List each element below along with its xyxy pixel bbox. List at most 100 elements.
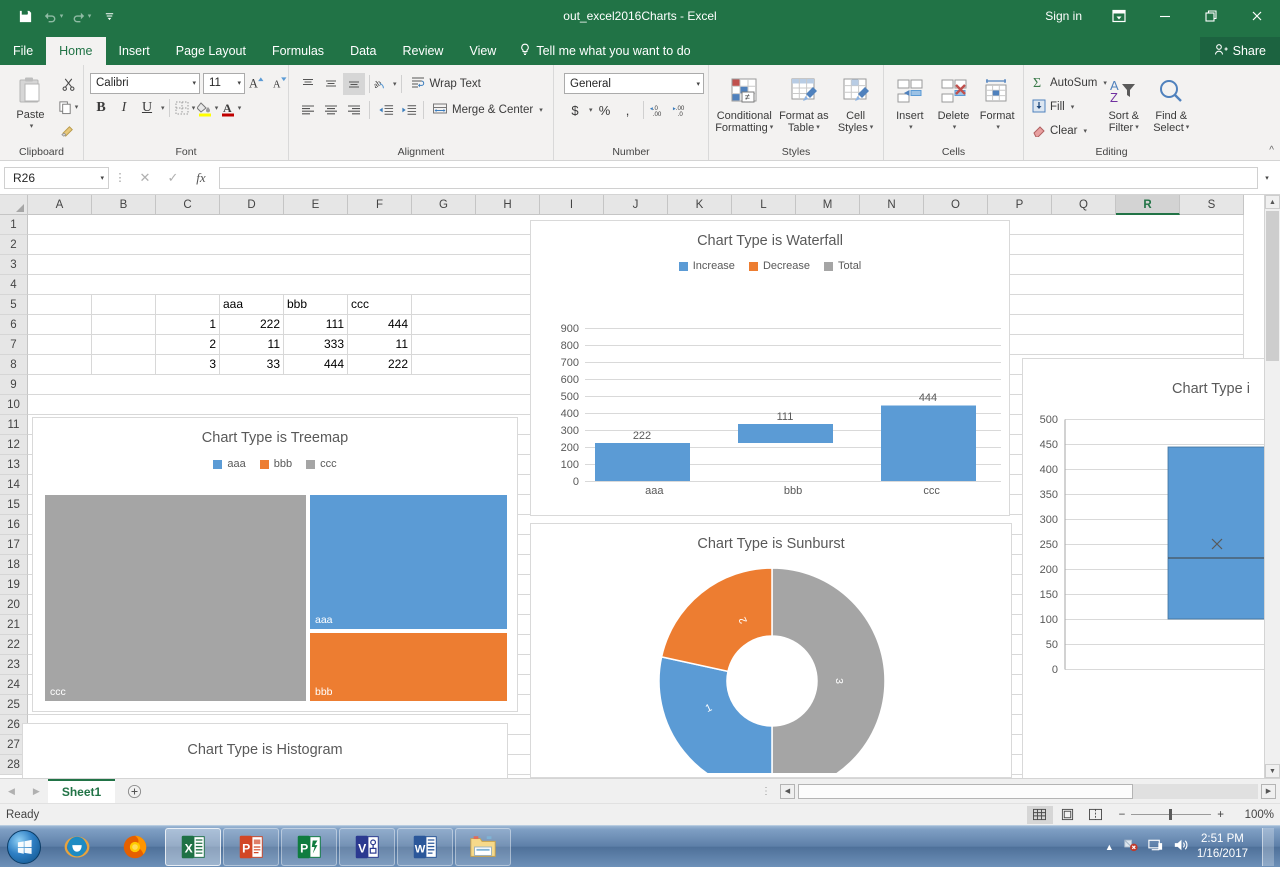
decrease-decimal-button[interactable]: .00.0 xyxy=(671,99,693,121)
column-header-K[interactable]: K xyxy=(668,195,732,215)
visio-icon[interactable]: V xyxy=(339,828,395,866)
accounting-chevron-down-icon[interactable]: ▾ xyxy=(589,106,593,114)
column-header-N[interactable]: N xyxy=(860,195,924,215)
increase-font-size-button[interactable]: A xyxy=(246,72,268,94)
font-size-input[interactable]: 11 ▾ xyxy=(203,73,245,94)
close-icon[interactable] xyxy=(1234,0,1280,32)
row-header-17[interactable]: 17 xyxy=(0,535,28,555)
format-painter-button[interactable] xyxy=(57,119,79,141)
accounting-format-button[interactable]: $ xyxy=(564,99,586,121)
chart-histogram[interactable]: Chart Type is Histogram xyxy=(22,723,508,778)
word-icon[interactable]: W xyxy=(397,828,453,866)
row-header-11[interactable]: 11 xyxy=(0,415,28,435)
comma-style-button[interactable]: , xyxy=(617,99,639,121)
volume-icon[interactable] xyxy=(1172,837,1189,856)
cell-E7[interactable]: 333 xyxy=(284,335,348,355)
merge-center-chevron-down-icon[interactable]: ▾ xyxy=(539,106,543,114)
row-header-13[interactable]: 13 xyxy=(0,455,28,475)
check-icon[interactable]: ✓ xyxy=(159,167,187,189)
spreadsheet-grid[interactable]: A B C D E F G H I J K L M N O P Q R S 1 … xyxy=(0,195,1280,778)
treemap-tile-bbb[interactable]: bbb xyxy=(309,632,508,702)
fx-icon[interactable]: fx xyxy=(187,167,215,189)
italic-button[interactable]: I xyxy=(113,97,135,119)
decrease-indent-button[interactable] xyxy=(374,99,396,121)
save-icon[interactable] xyxy=(12,4,38,28)
vertical-scroll-thumb[interactable] xyxy=(1266,211,1279,361)
ribbon-tab-formulas[interactable]: Formulas xyxy=(259,37,337,65)
borders-chevron-down-icon[interactable]: ▾ xyxy=(192,104,196,112)
excel-icon[interactable]: X xyxy=(165,828,221,866)
sheet-nav-previous-icon[interactable]: ◀ xyxy=(8,786,15,797)
zoom-thumb[interactable] xyxy=(1169,809,1172,820)
row-header-19[interactable]: 19 xyxy=(0,575,28,595)
cell-E6[interactable]: 111 xyxy=(284,315,348,335)
fill-chevron-down-icon[interactable]: ▾ xyxy=(1071,103,1075,111)
cell-D6[interactable]: 222 xyxy=(220,315,284,335)
row-header-21[interactable]: 21 xyxy=(0,615,28,635)
undo-icon[interactable]: ▾ xyxy=(40,4,66,28)
row-header-2[interactable]: 2 xyxy=(0,235,28,255)
bold-button[interactable]: B xyxy=(90,97,112,119)
select-all-button[interactable] xyxy=(0,195,28,215)
autosum-button[interactable]: Σ AutoSum ▾ xyxy=(1028,72,1100,94)
hscroll-right-icon[interactable]: ▶ xyxy=(1261,784,1276,799)
column-header-M[interactable]: M xyxy=(796,195,860,215)
horizontal-scroll-thumb[interactable] xyxy=(798,784,1133,799)
add-sheet-button[interactable] xyxy=(115,779,154,803)
row-header-20[interactable]: 20 xyxy=(0,595,28,615)
legend-item-bbb[interactable]: bbb xyxy=(260,458,292,470)
column-header-I[interactable]: I xyxy=(540,195,604,215)
zoom-slider[interactable]: − + xyxy=(1111,809,1232,821)
cell-C8[interactable]: 3 xyxy=(156,355,220,375)
sort-filter-chevron-down-icon[interactable]: ▾ xyxy=(1135,122,1139,134)
row-header-22[interactable]: 22 xyxy=(0,635,28,655)
row-header-5[interactable]: 5 xyxy=(0,295,28,315)
insert-cells-button[interactable]: Insert ▾ xyxy=(888,72,932,134)
scrollbar-grip[interactable]: ⋮ xyxy=(755,786,777,797)
clear-button[interactable]: Clear ▾ xyxy=(1028,120,1100,142)
treemap-tile-ccc[interactable]: ccc xyxy=(44,494,307,702)
file-explorer-icon[interactable] xyxy=(455,828,511,866)
legend-item-total[interactable]: Total xyxy=(824,260,861,272)
sheet-nav-next-icon[interactable]: ▶ xyxy=(33,786,40,797)
row-header-15[interactable]: 15 xyxy=(0,495,28,515)
normal-view-icon[interactable] xyxy=(1027,806,1053,824)
row-header-14[interactable]: 14 xyxy=(0,475,28,495)
internet-explorer-icon[interactable]: e xyxy=(49,828,105,866)
zoom-in-icon[interactable]: + xyxy=(1217,809,1224,821)
cell-C7[interactable]: 2 xyxy=(156,335,220,355)
ribbon-display-options-icon[interactable] xyxy=(1096,0,1142,32)
increase-decimal-button[interactable]: .0.00 xyxy=(648,99,670,121)
find-select-chevron-down-icon[interactable]: ▾ xyxy=(1186,122,1190,134)
share-button[interactable]: Share xyxy=(1200,37,1280,65)
scroll-down-icon[interactable]: ▼ xyxy=(1265,764,1280,778)
clear-chevron-down-icon[interactable]: ▾ xyxy=(1083,127,1087,135)
cell-E5[interactable]: bbb xyxy=(284,295,348,315)
find-select-button[interactable]: Find & Select▾ xyxy=(1148,72,1196,134)
align-middle-button[interactable] xyxy=(320,73,342,95)
zoom-track[interactable] xyxy=(1131,814,1211,815)
treemap-tile-aaa[interactable]: aaa xyxy=(309,494,508,630)
row-header-10[interactable]: 10 xyxy=(0,395,28,415)
chart-waterfall[interactable]: Chart Type is Waterfall Increase Decreas… xyxy=(530,220,1010,516)
ribbon-tab-view[interactable]: View xyxy=(456,37,509,65)
zoom-out-icon[interactable]: − xyxy=(1119,809,1126,821)
row-header-9[interactable]: 9 xyxy=(0,375,28,395)
collapse-ribbon-icon[interactable]: ^ xyxy=(1269,145,1274,156)
redo-icon[interactable]: ▾ xyxy=(68,4,94,28)
formula-input[interactable] xyxy=(219,167,1258,189)
format-cells-button[interactable]: Format ▾ xyxy=(975,72,1019,134)
font-size-chevron-down-icon[interactable]: ▾ xyxy=(237,79,241,87)
increase-indent-button[interactable] xyxy=(397,99,419,121)
expand-formula-bar-icon[interactable]: ▾ xyxy=(1258,174,1276,182)
align-left-button[interactable] xyxy=(297,99,319,121)
paste-button[interactable]: Paste ▾ xyxy=(4,71,57,133)
column-header-B[interactable]: B xyxy=(92,195,156,215)
delete-cells-button[interactable]: Delete ▾ xyxy=(932,72,976,134)
copy-chevron-down-icon[interactable]: ▾ xyxy=(75,103,79,111)
font-name-input[interactable]: Calibri ▾ xyxy=(90,73,200,94)
fill-color-button[interactable]: ▾ xyxy=(197,97,219,119)
ribbon-tab-insert[interactable]: Insert xyxy=(106,37,163,65)
copy-button[interactable]: ▾ xyxy=(57,96,79,118)
underline-chevron-down-icon[interactable]: ▾ xyxy=(161,104,165,112)
